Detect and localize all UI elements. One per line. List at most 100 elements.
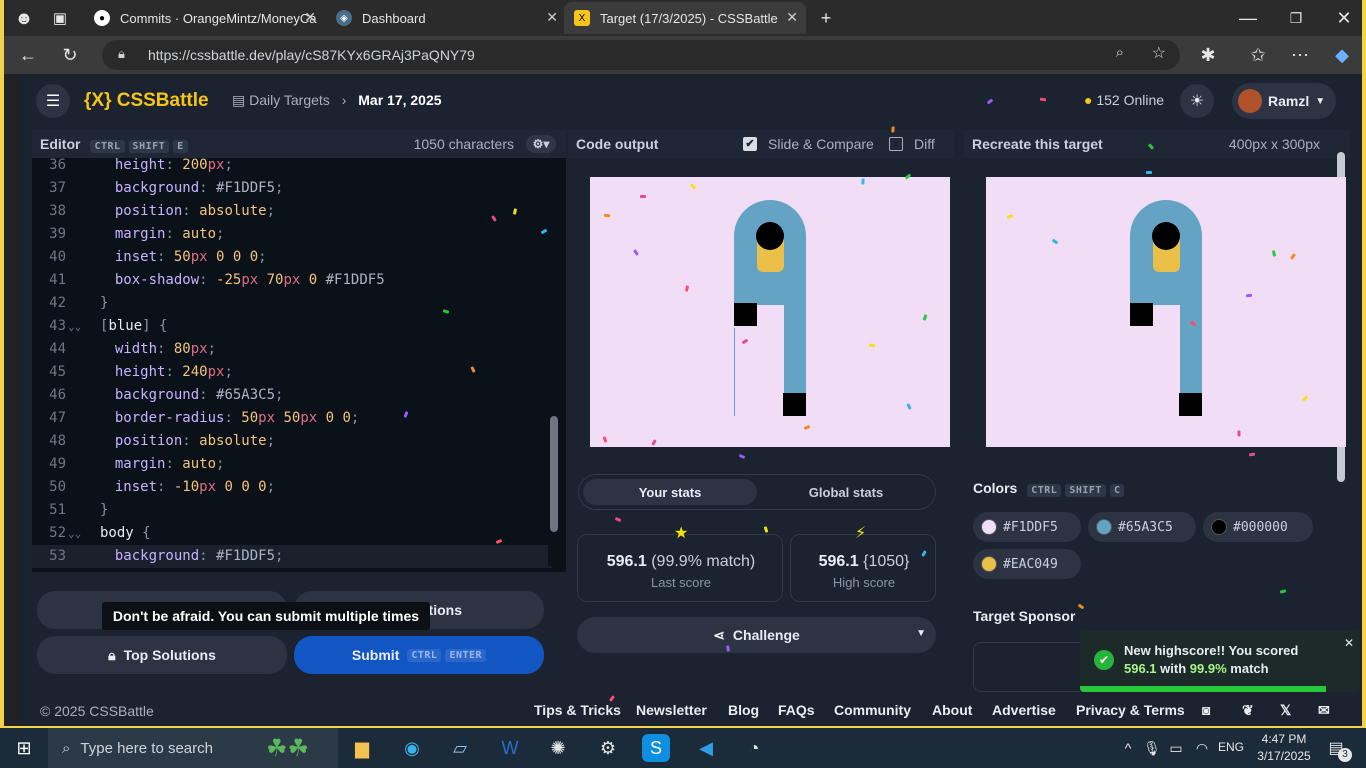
footer-link-blog[interactable]: Blog (728, 702, 759, 718)
back-icon[interactable]: ← (14, 41, 42, 69)
tab-commits[interactable]: ● Commits · OrangeMintz/MoneyCa ✕ (84, 2, 324, 34)
fold-chevron-icon[interactable]: ⌄⌄ (68, 522, 81, 545)
obs-icon[interactable]: ◔ (740, 734, 768, 762)
windows-start-icon[interactable]: ⊞ (10, 734, 38, 762)
footer-link-faqs[interactable]: FAQs (778, 702, 815, 718)
color-dot (1096, 519, 1112, 535)
code-editor[interactable]: 36 height: 200px; 37 background: #F1DDF5;… (32, 158, 566, 572)
file-explorer-icon[interactable]: ▆ (348, 734, 376, 762)
code-token: 0 0 0 (207, 249, 259, 265)
color-swatch-black[interactable]: #000000 (1203, 512, 1313, 542)
tab-global-stats[interactable]: Global stats (761, 479, 931, 505)
tab-dashboard[interactable]: ◈ Dashboard ✕ (326, 2, 566, 34)
taskbar-search[interactable]: ⌕ Type here to search ☘☘ (48, 728, 338, 768)
color-swatch-blue[interactable]: #65A3C5 (1088, 512, 1196, 542)
chatgpt-icon[interactable]: ✺ (544, 734, 572, 762)
user-menu[interactable]: Ramzl ▼ (1232, 83, 1336, 119)
theme-toggle-icon[interactable]: ☀ (1180, 84, 1214, 118)
code-line[interactable]: 41 box-shadow: -25px 70px 0 #F1DDF5 (32, 269, 552, 292)
color-swatch-pink[interactable]: #F1DDF5 (973, 512, 1081, 542)
copilot-icon[interactable]: ◆ (1328, 41, 1356, 69)
menu-button[interactable]: ☰ (36, 84, 70, 118)
code-text: position: absolute; (98, 430, 275, 453)
footer-link-advertise[interactable]: Advertise (992, 702, 1056, 718)
favorite-star-icon[interactable]: ☆ (1152, 43, 1166, 63)
code-line[interactable]: 42} (32, 292, 552, 315)
extensions-icon[interactable]: ✱ (1194, 41, 1222, 69)
code-line[interactable]: 37 background: #F1DDF5; (32, 177, 552, 200)
favorites-icon[interactable]: ✩ (1244, 41, 1272, 69)
code-line[interactable]: 50 inset: -10px 0 0 0; (32, 476, 552, 499)
footer-link-newsletter[interactable]: Newsletter (636, 702, 707, 718)
chevron-down-icon[interactable]: ▼ (916, 628, 926, 639)
footer-link-tips[interactable]: Tips & Tricks (534, 702, 621, 718)
code-line[interactable]: 53 background: #F1DDF5; (32, 545, 552, 568)
code-line[interactable]: 36 height: 200px; (32, 158, 552, 177)
code-output-canvas[interactable] (590, 177, 950, 447)
editor-scrollbar[interactable] (548, 166, 560, 566)
code-line[interactable]: 49 margin: auto; (32, 453, 552, 476)
close-icon[interactable]: ✕ (786, 9, 798, 26)
battery-icon[interactable]: ▭ (1162, 734, 1190, 762)
line-number: 46 (49, 387, 66, 403)
skype-icon[interactable]: S (642, 734, 670, 762)
editor-shortcut: CTRL SHIFT E (86, 136, 188, 153)
code-line[interactable]: 51} (32, 499, 552, 522)
zoom-icon[interactable]: ⌕ (1116, 44, 1124, 61)
reload-icon[interactable]: ↻ (56, 41, 84, 69)
url-field[interactable]: 🔒︎ https://cssbattle.dev/play/cS87KYx6GR… (102, 40, 1180, 70)
footer-link-community[interactable]: Community (834, 702, 911, 718)
language-indicator[interactable]: ENG (1218, 740, 1244, 754)
footer-link-about[interactable]: About (932, 702, 972, 718)
new-tab-button[interactable]: + (812, 4, 840, 32)
submit-label: Submit (351, 647, 400, 663)
code-line[interactable]: 52 ⌄⌄ body { (32, 522, 552, 545)
code-line[interactable]: 48 position: absolute; (32, 430, 552, 453)
minimize-icon[interactable]: — (1234, 4, 1262, 32)
code-line[interactable]: 43 ⌄⌄ [blue] { (32, 315, 552, 338)
code-line[interactable]: 44 width: 80px; (32, 338, 552, 361)
settings-icon[interactable]: ⚙ (594, 734, 622, 762)
x-icon[interactable]: 𝕏 (1280, 702, 1291, 719)
close-icon[interactable]: ✕ (304, 9, 316, 26)
vscode-icon[interactable]: ◀ (692, 734, 720, 762)
window-close-icon[interactable]: ✕ (1330, 4, 1358, 32)
close-icon[interactable]: ✕ (546, 9, 558, 26)
challenge-button[interactable]: ⋖ Challenge ▼ (577, 617, 936, 653)
logo[interactable]: {X} CSSBattle (84, 90, 209, 112)
settings-gear-icon[interactable]: ⚙▾ (526, 135, 556, 153)
edge-icon[interactable]: ◉ (398, 734, 426, 762)
code-text: inset: -10px 0 0 0; (98, 476, 275, 499)
code-line[interactable]: 38 position: absolute; (32, 200, 552, 223)
wifi-icon[interactable]: ◠ (1188, 734, 1216, 762)
code-line[interactable]: 46 background: #65A3C5; (32, 384, 552, 407)
slide-compare-checkbox[interactable]: ✔ (743, 137, 757, 151)
top-solutions-button[interactable]: 🔒︎ Top Solutions (37, 636, 287, 674)
notepad-icon[interactable]: ▱ (446, 734, 474, 762)
tab-cssbattle[interactable]: X Target (17/3/2025) - CSSBattle ✕ (564, 2, 806, 34)
clock[interactable]: 4:47 PM 3/17/2025 (1254, 731, 1314, 765)
bluesky-icon[interactable]: ❦ (1242, 702, 1254, 719)
restore-icon[interactable]: ❐ (1282, 4, 1310, 32)
toast-close-icon[interactable]: ✕ (1344, 636, 1354, 650)
code-line[interactable]: 40 inset: 50px 0 0 0; (32, 246, 552, 269)
more-menu-icon[interactable]: ⋯ (1286, 41, 1314, 69)
discord-icon[interactable]: ◙ (1202, 702, 1210, 718)
clock-date: 3/17/2025 (1257, 749, 1311, 763)
word-icon[interactable]: W (496, 734, 524, 762)
code-line[interactable]: 45 height: 240px; (32, 361, 552, 384)
tab-actions-icon[interactable]: ▣ (46, 4, 74, 32)
submit-button[interactable]: Submit CTRL ENTER (294, 636, 544, 674)
profile-icon[interactable]: ☻ (10, 4, 38, 32)
tab-your-stats[interactable]: Your stats (583, 479, 757, 505)
fold-chevron-icon[interactable]: ⌄⌄ (68, 315, 81, 338)
code-line[interactable]: 47 border-radius: 50px 50px 0 0; (32, 407, 552, 430)
footer-link-privacy[interactable]: Privacy & Terms (1076, 702, 1185, 718)
scrollbar-thumb[interactable] (550, 416, 558, 532)
code-line[interactable]: 39 margin: auto; (32, 223, 552, 246)
search-placeholder: Type here to search (80, 739, 213, 757)
breadcrumb-section[interactable]: Daily Targets (249, 92, 330, 108)
mail-icon[interactable]: ✉ (1318, 702, 1330, 719)
diff-checkbox[interactable] (889, 137, 903, 151)
color-swatch-yellow[interactable]: #EAC049 (973, 549, 1081, 579)
